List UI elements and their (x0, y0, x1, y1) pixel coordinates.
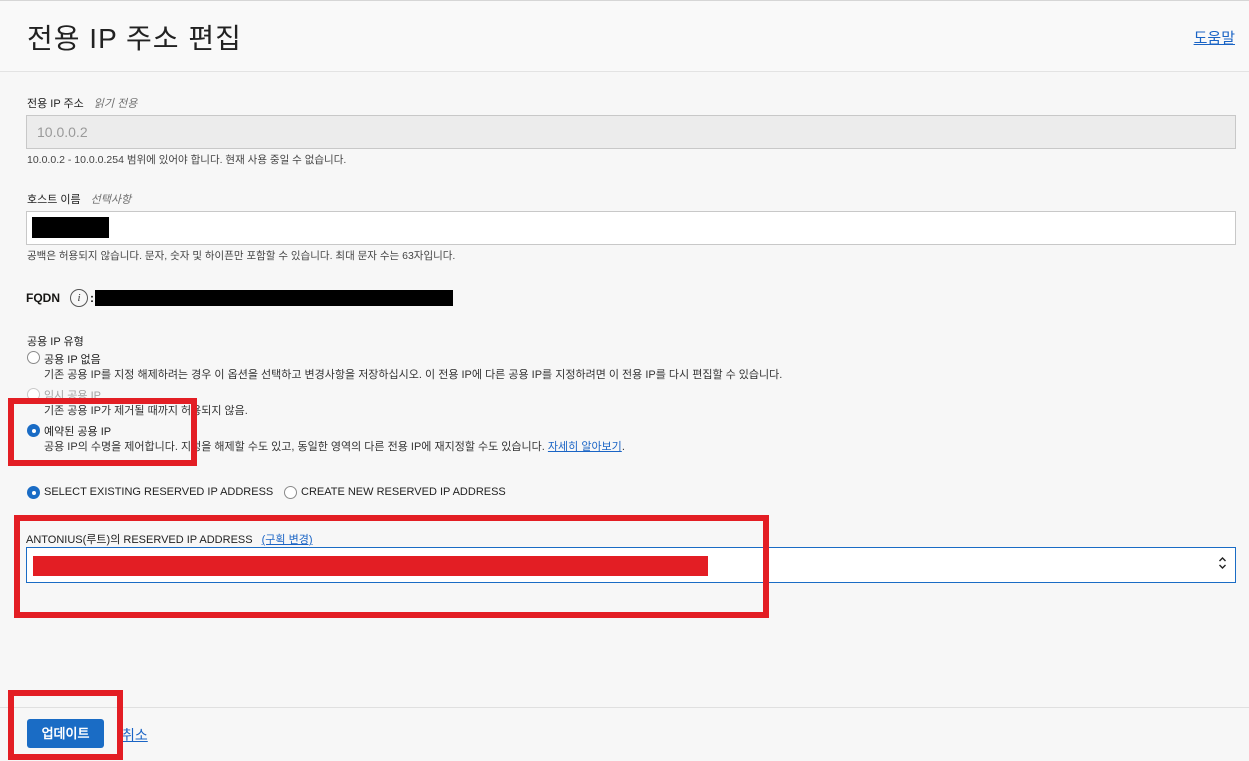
reserved-public-ip-label[interactable]: 예약된 공용 IP (44, 423, 111, 439)
private-ip-label: 전용 IP 주소 읽기 전용 (27, 95, 137, 111)
reserved-description-text: 공용 IP의 수명을 제어합니다. 지정을 해제할 수도 있고, 동일한 영역의… (44, 441, 545, 453)
radio-ephemeral-public-ip (27, 388, 40, 401)
change-compartment-link[interactable]: (구획 변경) (262, 534, 313, 546)
hostname-label-text: 호스트 이름 (27, 194, 81, 206)
radio-create-new[interactable] (284, 486, 297, 499)
read-only-qualifier: 읽기 전용 (93, 98, 138, 110)
fqdn-colon: : (90, 291, 94, 305)
reserved-description-period: . (621, 441, 625, 453)
learn-more-link[interactable]: 자세히 알아보기 (548, 441, 622, 453)
reserved-ip-select-label-text: ANTONIUS(루트)의 RESERVED IP ADDRESS (26, 534, 253, 546)
cancel-link[interactable]: 취소 (122, 725, 148, 745)
private-ip-input: 10.0.0.2 (26, 115, 1236, 149)
create-new-label[interactable]: CREATE NEW RESERVED IP ADDRESS (301, 486, 506, 498)
ephemeral-public-ip-label: 임시 공용 IP (44, 390, 101, 402)
info-icon[interactable]: i (70, 289, 88, 307)
select-existing-label[interactable]: SELECT EXISTING RESERVED IP ADDRESS (44, 486, 273, 498)
reserved-ip-select-label: ANTONIUS(루트)의 RESERVED IP ADDRESS (구획 변경… (26, 531, 313, 547)
page-title: 전용 IP 주소 편집 (27, 23, 242, 54)
radio-reserved-public-ip[interactable] (27, 424, 40, 437)
no-public-ip-label[interactable]: 공용 IP 없음 (44, 351, 101, 367)
hostname-hint: 공백은 허용되지 않습니다. 문자, 숫자 및 하이픈만 포함할 수 있습니다.… (27, 250, 456, 262)
public-ip-type-label: 공용 IP 유형 (27, 336, 84, 348)
private-ip-hint: 10.0.0.2 - 10.0.0.254 범위에 있어야 합니다. 현재 사용… (27, 154, 347, 166)
radio-select-existing[interactable] (27, 486, 40, 499)
optional-qualifier: 선택사항 (90, 194, 132, 206)
reserved-ip-redaction (33, 556, 708, 576)
update-button[interactable]: 업데이트 (27, 719, 104, 748)
reserved-public-ip-description: 공용 IP의 수명을 제어합니다. 지정을 해제할 수도 있고, 동일한 영역의… (44, 438, 625, 454)
panel-header: 전용 IP 주소 편집 도움말 (0, 1, 1249, 72)
private-ip-label-text: 전용 IP 주소 (27, 98, 84, 110)
radio-no-public-ip[interactable] (27, 351, 40, 364)
panel-footer (0, 707, 1249, 761)
ephemeral-public-ip-description: 기존 공용 IP가 제거될 때까지 허용되지 않음. (44, 405, 248, 417)
updown-chevron-icon (1218, 556, 1227, 570)
help-link[interactable]: 도움말 (1194, 27, 1235, 48)
hostname-label: 호스트 이름 선택사항 (27, 191, 131, 207)
hostname-input[interactable] (26, 211, 1236, 245)
no-public-ip-description: 기존 공용 IP를 지정 해제하려는 경우 이 옵션을 선택하고 변경사항을 저… (44, 369, 783, 381)
fqdn-redaction (95, 290, 453, 306)
hostname-redaction (32, 217, 109, 238)
fqdn-label: FQDN (26, 291, 60, 305)
